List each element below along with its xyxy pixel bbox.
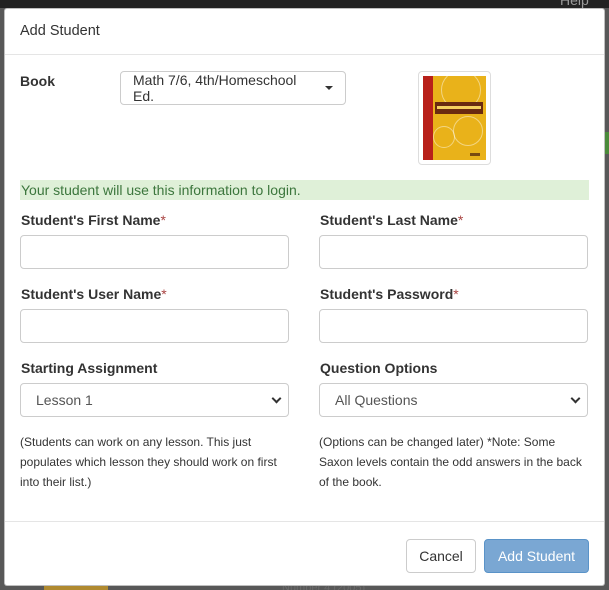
add-student-modal: Add Student Book Math 7/6, 4th/Homeschoo… [4,8,605,586]
question-options-select[interactable]: All Questions [319,383,588,417]
cancel-button[interactable]: Cancel [406,539,476,573]
last-name-label: Student's Last Name* [320,212,463,228]
required-marker: * [160,212,166,228]
question-options-label: Question Options [320,360,438,376]
required-marker: * [457,212,464,228]
first-name-label: Student's First Name* [21,212,166,228]
background-topbar [0,0,609,8]
book-label: Book [20,73,55,89]
password-label-text: Student's Password [320,286,454,302]
required-marker: * [453,286,459,302]
required-marker: * [161,286,167,302]
modal-footer: Cancel Add Student [5,521,604,585]
caret-down-icon [325,86,333,90]
last-name-input[interactable] [319,235,588,269]
password-input[interactable] [319,309,588,343]
first-name-input[interactable] [20,235,289,269]
first-name-label-text: Student's First Name [21,212,161,228]
password-label: Student's Password* [320,286,459,302]
starting-assignment-select[interactable]: Lesson 1 [20,383,289,417]
book-cover-image [423,76,486,160]
chevron-down-icon [271,393,282,403]
login-info-message: Your student will use this information t… [20,180,589,200]
user-name-label: Student's User Name* [21,286,167,302]
starting-assignment-help: (Students can work on any lesson. This j… [20,435,277,489]
book-dropdown-button[interactable]: Math 7/6, 4th/Homeschool Ed. [120,71,346,105]
starting-assignment-label: Starting Assignment [21,360,158,376]
user-name-input[interactable] [20,309,289,343]
book-dropdown-value: Math 7/6, 4th/Homeschool Ed. [133,72,297,104]
question-options-value: All Questions [335,392,418,408]
book-cover-thumbnail [418,71,491,165]
background-help-link: Help [560,0,589,8]
last-name-label-text: Student's Last Name [320,212,458,228]
starting-assignment-value: Lesson 1 [36,392,93,408]
modal-header: Add Student [5,9,604,55]
user-name-label-text: Student's User Name [21,286,162,302]
chevron-down-icon [570,393,581,403]
add-student-button[interactable]: Add Student [484,539,589,573]
question-options-help: (Options can be changed later) *Note: So… [319,435,582,489]
modal-title: Add Student [20,23,100,39]
